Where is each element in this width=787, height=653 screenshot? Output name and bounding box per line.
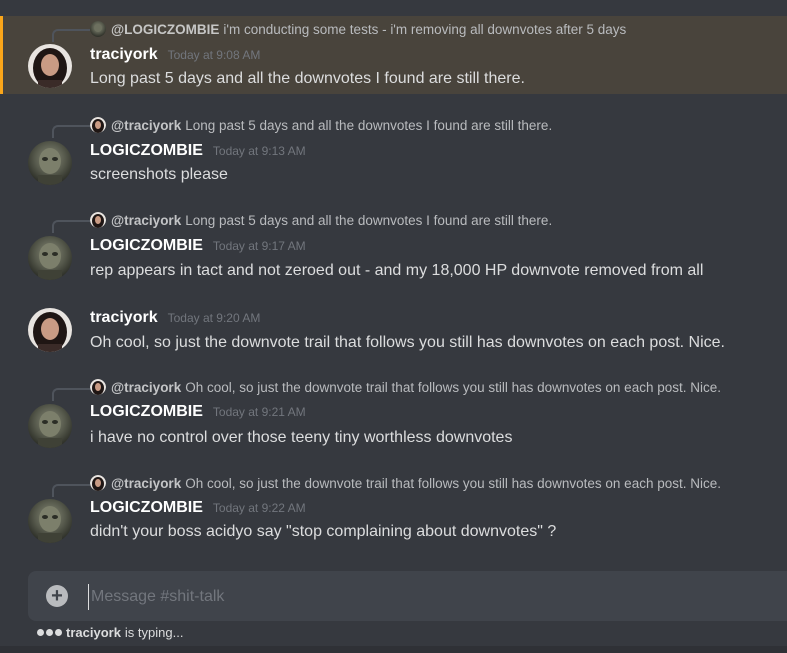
- reply-connector: [52, 388, 90, 401]
- message-item[interactable]: @traciyork Long past 5 days and all the …: [0, 112, 787, 192]
- avatar[interactable]: [28, 308, 72, 352]
- message-text: Long past 5 days and all the downvotes I…: [90, 70, 525, 87]
- avatar[interactable]: [28, 236, 72, 280]
- typing-user: traciyork: [66, 625, 121, 640]
- avatar[interactable]: [28, 141, 72, 185]
- typing-dots-icon: [37, 629, 62, 636]
- reply-connector: [52, 29, 90, 42]
- reply-avatar: [90, 475, 106, 491]
- add-attachment-icon[interactable]: +: [46, 585, 68, 607]
- username[interactable]: traciyork: [90, 46, 158, 64]
- bottom-edge: [0, 646, 787, 653]
- username[interactable]: LOGICZOMBIE: [90, 237, 203, 255]
- message-item[interactable]: traciyork Today at 9:20 AM Oh cool, so j…: [0, 304, 787, 356]
- message-text: screenshots please: [90, 166, 228, 183]
- reply-text: i'm conducting some tests - i'm removing…: [223, 21, 627, 37]
- reply-preview[interactable]: @traciyork Oh cool, so just the downvote…: [90, 378, 721, 396]
- message-header: LOGICZOMBIE Today at 9:21 AM: [90, 403, 306, 421]
- username[interactable]: LOGICZOMBIE: [90, 403, 203, 421]
- avatar[interactable]: [28, 499, 72, 543]
- username[interactable]: LOGICZOMBIE: [90, 499, 203, 517]
- message-item[interactable]: @traciyork Long past 5 days and all the …: [0, 207, 787, 287]
- reply-username[interactable]: @traciyork: [111, 213, 181, 228]
- timestamp: Today at 9:22 AM: [212, 501, 306, 515]
- message-header: traciyork Today at 9:08 AM: [90, 46, 260, 64]
- typing-indicator: traciyork is typing...: [37, 625, 183, 640]
- message-composer: +: [28, 571, 787, 621]
- message-text: rep appears in tact and not zeroed out -…: [90, 262, 704, 279]
- message-item[interactable]: @LOGICZOMBIE i'm conducting some tests -…: [0, 16, 787, 94]
- reply-preview[interactable]: @traciyork Long past 5 days and all the …: [90, 116, 552, 134]
- reply-text: Oh cool, so just the downvote trail that…: [185, 379, 721, 395]
- reply-avatar: [90, 21, 106, 37]
- reply-text: Long past 5 days and all the downvotes I…: [185, 212, 553, 228]
- reply-username[interactable]: @traciyork: [111, 118, 181, 133]
- username[interactable]: traciyork: [90, 309, 158, 327]
- reply-connector: [52, 125, 90, 138]
- username[interactable]: LOGICZOMBIE: [90, 142, 203, 160]
- timestamp: Today at 9:13 AM: [212, 144, 306, 158]
- message-list: @LOGICZOMBIE i'm conducting some tests -…: [0, 0, 787, 568]
- reply-username[interactable]: @traciyork: [111, 476, 181, 491]
- message-header: traciyork Today at 9:20 AM: [90, 309, 260, 327]
- message-header: LOGICZOMBIE Today at 9:22 AM: [90, 499, 306, 517]
- avatar[interactable]: [28, 44, 72, 88]
- typing-text: is typing...: [124, 625, 184, 640]
- message-text: i have no control over those teeny tiny …: [90, 429, 513, 446]
- reply-username[interactable]: @traciyork: [111, 380, 181, 395]
- reply-preview[interactable]: @traciyork Long past 5 days and all the …: [90, 211, 552, 229]
- message-item[interactable]: @traciyork Oh cool, so just the downvote…: [0, 471, 787, 551]
- reply-avatar: [90, 212, 106, 228]
- message-header: LOGICZOMBIE Today at 9:17 AM: [90, 237, 306, 255]
- reply-text: Long past 5 days and all the downvotes I…: [185, 117, 553, 133]
- timestamp: Today at 9:17 AM: [212, 239, 306, 253]
- message-input[interactable]: [88, 584, 773, 610]
- message-item[interactable]: @traciyork Oh cool, so just the downvote…: [0, 375, 787, 455]
- timestamp: Today at 9:08 AM: [167, 48, 261, 62]
- timestamp: Today at 9:20 AM: [167, 311, 261, 325]
- avatar[interactable]: [28, 404, 72, 448]
- reply-preview[interactable]: @traciyork Oh cool, so just the downvote…: [90, 474, 721, 492]
- reply-text: Oh cool, so just the downvote trail that…: [185, 475, 721, 491]
- reply-avatar: [90, 117, 106, 133]
- reply-connector: [52, 220, 90, 233]
- message-text: Oh cool, so just the downvote trail that…: [90, 334, 725, 351]
- message-header: LOGICZOMBIE Today at 9:13 AM: [90, 142, 306, 160]
- reply-avatar: [90, 379, 106, 395]
- message-text: didn't your boss acidyo say "stop compla…: [90, 523, 557, 540]
- timestamp: Today at 9:21 AM: [212, 405, 306, 419]
- reply-connector: [52, 484, 90, 497]
- reply-preview[interactable]: @LOGICZOMBIE i'm conducting some tests -…: [90, 20, 626, 38]
- reply-username[interactable]: @LOGICZOMBIE: [111, 22, 219, 37]
